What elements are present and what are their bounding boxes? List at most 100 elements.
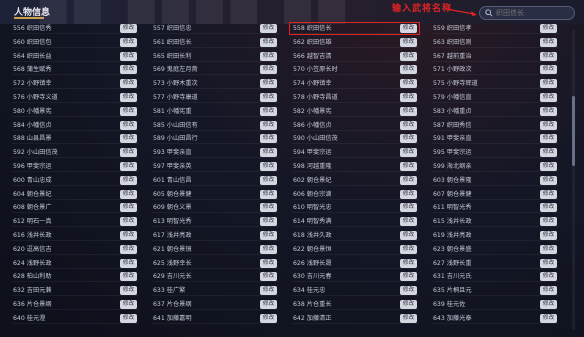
edit-button[interactable]: 修改 xyxy=(120,189,137,199)
edit-button[interactable]: 修改 xyxy=(260,189,277,199)
edit-button[interactable]: 修改 xyxy=(260,148,277,158)
edit-button[interactable]: 修改 xyxy=(260,24,277,33)
edit-button[interactable]: 修改 xyxy=(400,24,417,33)
edit-button[interactable]: 修改 xyxy=(260,244,277,254)
edit-button[interactable]: 修改 xyxy=(400,162,417,171)
edit-button[interactable]: 修改 xyxy=(260,65,277,75)
edit-button[interactable]: 修改 xyxy=(400,244,417,254)
edit-button[interactable]: 修改 xyxy=(400,134,417,144)
edit-button[interactable]: 修改 xyxy=(540,300,557,309)
edit-button[interactable]: 修改 xyxy=(120,79,137,89)
edit-button[interactable]: 修改 xyxy=(400,93,417,102)
edit-button[interactable]: 修改 xyxy=(540,217,557,227)
edit-button[interactable]: 修改 xyxy=(540,175,557,185)
edit-button[interactable]: 修改 xyxy=(260,272,277,282)
edit-button[interactable]: 修改 xyxy=(120,272,137,282)
edit-button[interactable]: 修改 xyxy=(400,120,417,130)
edit-button[interactable]: 修改 xyxy=(400,189,417,199)
edit-button[interactable]: 修改 xyxy=(260,286,277,296)
edit-button[interactable]: 修改 xyxy=(120,148,137,158)
edit-button[interactable]: 修改 xyxy=(400,217,417,227)
edit-button[interactable]: 修改 xyxy=(260,313,277,323)
edit-button[interactable]: 修改 xyxy=(540,65,557,75)
edit-button[interactable]: 修改 xyxy=(540,189,557,199)
edit-button[interactable]: 修改 xyxy=(260,106,277,116)
character-row: 627 浅野长重 修改 xyxy=(430,258,559,269)
edit-button[interactable]: 修改 xyxy=(120,120,137,130)
edit-button[interactable]: 修改 xyxy=(400,313,417,323)
edit-button[interactable]: 修改 xyxy=(260,51,277,61)
edit-button[interactable]: 修改 xyxy=(540,37,557,47)
edit-button[interactable]: 修改 xyxy=(260,79,277,89)
character-row: 607 朝仓景健 修改 xyxy=(430,189,559,200)
edit-button[interactable]: 修改 xyxy=(260,300,277,309)
edit-button[interactable]: 修改 xyxy=(260,258,277,268)
edit-button[interactable]: 修改 xyxy=(260,162,277,171)
edit-button[interactable]: 修改 xyxy=(540,231,557,240)
edit-button[interactable]: 修改 xyxy=(540,162,557,171)
edit-button[interactable]: 修改 xyxy=(400,106,417,116)
edit-button[interactable]: 修改 xyxy=(400,231,417,240)
edit-button[interactable]: 修改 xyxy=(260,37,277,47)
edit-button[interactable]: 修改 xyxy=(540,286,557,296)
scrollbar-track[interactable] xyxy=(572,30,575,330)
edit-button[interactable]: 修改 xyxy=(120,24,137,33)
row-divider xyxy=(12,253,139,255)
edit-button[interactable]: 修改 xyxy=(400,148,417,158)
edit-button[interactable]: 修改 xyxy=(260,203,277,213)
edit-button[interactable]: 修改 xyxy=(540,134,557,144)
edit-button[interactable]: 修改 xyxy=(260,134,277,144)
row-divider xyxy=(12,281,139,283)
edit-button[interactable]: 修改 xyxy=(120,203,137,213)
edit-button[interactable]: 修改 xyxy=(540,148,557,158)
search-input[interactable] xyxy=(496,7,570,19)
row-divider xyxy=(292,33,419,34)
edit-button[interactable]: 修改 xyxy=(540,51,557,61)
edit-button[interactable]: 修改 xyxy=(120,175,137,185)
edit-button[interactable]: 修改 xyxy=(540,272,557,282)
edit-button[interactable]: 修改 xyxy=(540,258,557,268)
edit-button[interactable]: 修改 xyxy=(540,244,557,254)
edit-button[interactable]: 修改 xyxy=(540,106,557,116)
edit-button[interactable]: 修改 xyxy=(120,93,137,102)
edit-button[interactable]: 修改 xyxy=(400,65,417,75)
edit-button[interactable]: 修改 xyxy=(120,244,137,254)
edit-button[interactable]: 修改 xyxy=(260,93,277,102)
edit-button[interactable]: 修改 xyxy=(400,300,417,309)
scrollbar-thumb[interactable] xyxy=(572,96,575,166)
edit-button[interactable]: 修改 xyxy=(120,231,137,240)
edit-button[interactable]: 修改 xyxy=(400,272,417,282)
edit-button[interactable]: 修改 xyxy=(260,175,277,185)
edit-button[interactable]: 修改 xyxy=(120,300,137,309)
edit-button[interactable]: 修改 xyxy=(540,313,557,323)
edit-button[interactable]: 修改 xyxy=(540,24,557,33)
character-row: 626 浅野长晟 修改 xyxy=(290,258,419,269)
edit-button[interactable]: 修改 xyxy=(540,120,557,130)
edit-button[interactable]: 修改 xyxy=(120,65,137,75)
edit-button[interactable]: 修改 xyxy=(120,162,137,171)
edit-button[interactable]: 修改 xyxy=(400,203,417,213)
edit-button[interactable]: 修改 xyxy=(120,313,137,323)
edit-button[interactable]: 修改 xyxy=(120,106,137,116)
edit-button[interactable]: 修改 xyxy=(540,203,557,213)
edit-button[interactable]: 修改 xyxy=(540,93,557,102)
character-row: 620 逗高信吉 修改 xyxy=(10,244,139,255)
edit-button[interactable]: 修改 xyxy=(400,51,417,61)
edit-button[interactable]: 修改 xyxy=(400,175,417,185)
edit-button[interactable]: 修改 xyxy=(120,134,137,144)
search-box[interactable] xyxy=(479,6,575,20)
edit-button[interactable]: 修改 xyxy=(400,258,417,268)
edit-button[interactable]: 修改 xyxy=(120,217,137,227)
edit-button[interactable]: 修改 xyxy=(400,37,417,47)
edit-button[interactable]: 修改 xyxy=(120,286,137,296)
search-icon xyxy=(485,9,493,17)
edit-button[interactable]: 修改 xyxy=(260,120,277,130)
edit-button[interactable]: 修改 xyxy=(400,286,417,296)
edit-button[interactable]: 修改 xyxy=(120,51,137,61)
edit-button[interactable]: 修改 xyxy=(400,79,417,89)
edit-button[interactable]: 修改 xyxy=(260,217,277,227)
edit-button[interactable]: 修改 xyxy=(120,37,137,47)
edit-button[interactable]: 修改 xyxy=(260,231,277,240)
edit-button[interactable]: 修改 xyxy=(120,258,137,268)
edit-button[interactable]: 修改 xyxy=(540,79,557,89)
